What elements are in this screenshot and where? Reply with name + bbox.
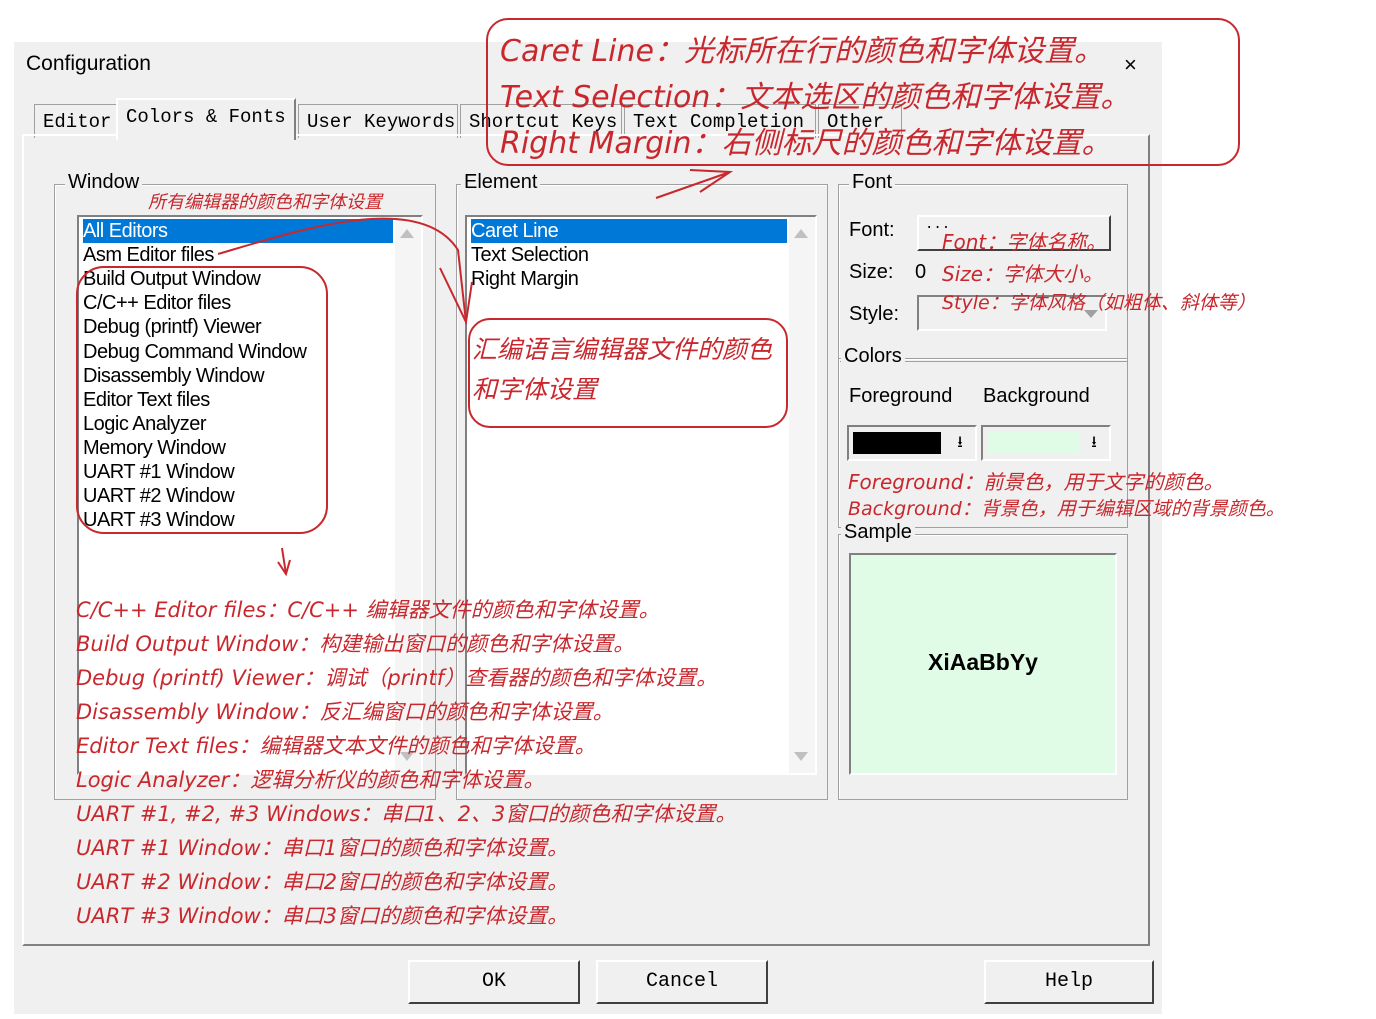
tab-colors-fonts[interactable]: Colors & Fonts: [116, 98, 296, 140]
arrow-element-icon: [655, 171, 731, 199]
arrow-asm-icon: [217, 217, 467, 323]
arrowhead-asm-icon: [439, 267, 473, 326]
annotation-arrows: [217, 169, 734, 577]
